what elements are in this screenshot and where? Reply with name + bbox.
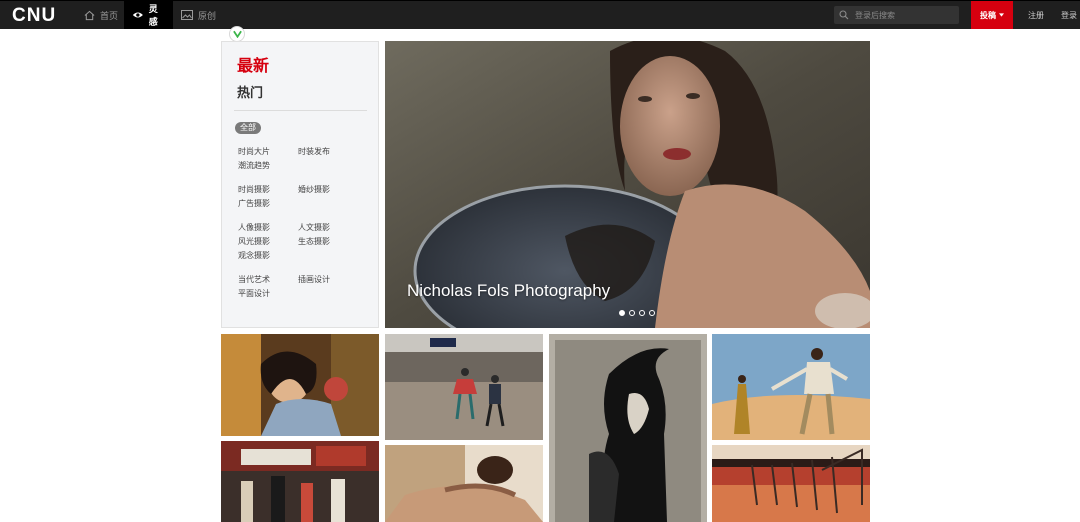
category-link[interactable]: 婚纱摄影 (298, 184, 330, 195)
photo-thumbnail[interactable] (385, 334, 543, 440)
category-link[interactable]: 时装发布 (298, 146, 330, 157)
category-link[interactable]: 当代艺术 (238, 274, 270, 285)
photo-thumbnail[interactable] (221, 441, 379, 522)
nav-original[interactable]: 原创 (173, 1, 224, 29)
tab-hot[interactable]: 热门 (237, 82, 263, 101)
slider-dot[interactable] (649, 310, 655, 316)
top-navbar: CNU 首页 灵感 原创 投稿 注册 登录 (0, 0, 1080, 29)
slider-dot[interactable] (639, 310, 645, 316)
photo-thumbnail[interactable] (712, 445, 870, 522)
hero-slider[interactable]: Nicholas Fols Photography (385, 41, 870, 328)
category-link[interactable]: 生态摄影 (298, 236, 330, 247)
tab-latest[interactable]: 最新 (237, 52, 269, 76)
tag-all[interactable]: 全部 (235, 122, 261, 134)
home-icon (84, 10, 95, 20)
photo-thumbnail[interactable] (549, 334, 707, 522)
nav-original-label: 原创 (198, 11, 217, 22)
site-logo[interactable]: CNU (12, 5, 56, 27)
nav-home[interactable]: 首页 (76, 1, 126, 29)
slider-dot[interactable] (629, 310, 635, 316)
category-link[interactable]: 观念摄影 (238, 250, 270, 261)
category-link[interactable]: 人像摄影 (238, 222, 270, 233)
photo-thumbnail[interactable] (712, 334, 870, 440)
image-icon (181, 10, 193, 20)
caret-down-icon (999, 13, 1004, 17)
category-link[interactable]: 广告摄影 (238, 198, 270, 209)
nav-home-label: 首页 (100, 11, 119, 22)
search-box (834, 6, 959, 24)
nav-inspiration-label: 灵感 (148, 5, 158, 28)
submit-work-label: 投稿 (980, 10, 996, 20)
hero-title[interactable]: Nicholas Fols Photography (407, 281, 610, 301)
category-link[interactable]: 风光摄影 (238, 236, 270, 247)
slider-dots (619, 310, 655, 316)
category-sidebar: 最新 热门 全部 时尚大片 时装发布 潮流趋势 时尚摄影 婚纱摄影 广告摄影 人… (221, 41, 379, 328)
category-link[interactable]: 平面设计 (238, 288, 270, 299)
slider-dot[interactable] (619, 310, 625, 316)
search-input[interactable] (855, 10, 955, 20)
category-link[interactable]: 人文摄影 (298, 222, 330, 233)
category-link[interactable]: 插画设计 (298, 274, 330, 285)
register-link[interactable]: 注册 (1028, 10, 1044, 21)
category-link[interactable]: 潮流趋势 (238, 160, 270, 171)
photo-thumbnail[interactable] (221, 334, 379, 436)
photo-thumbnail[interactable] (385, 445, 543, 522)
eye-icon (132, 12, 143, 18)
search-icon[interactable] (839, 10, 849, 20)
sidebar-divider (234, 110, 367, 111)
login-link[interactable]: 登录 (1061, 10, 1077, 21)
nav-inspiration[interactable]: 灵感 (124, 1, 173, 29)
submit-work-button[interactable]: 投稿 (971, 1, 1013, 29)
verified-badge-icon (229, 26, 245, 42)
category-link[interactable]: 时尚摄影 (238, 184, 270, 195)
category-link[interactable]: 时尚大片 (238, 146, 270, 157)
